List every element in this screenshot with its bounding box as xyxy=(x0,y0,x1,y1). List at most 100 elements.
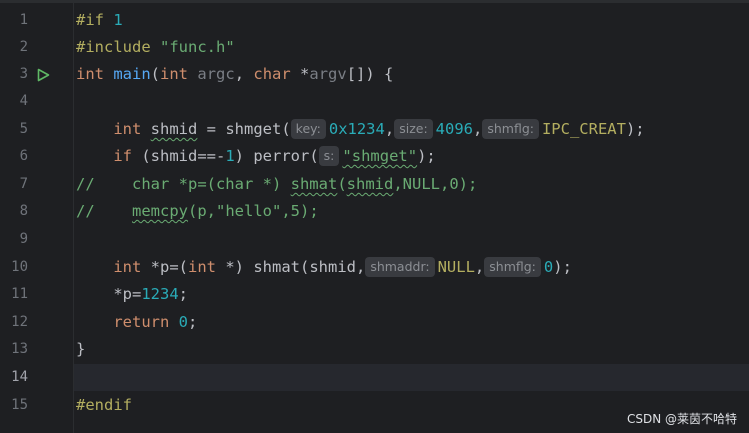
line-text[interactable]: int *p=(int *) shmat(shmid, shmaddr: NULL,… xyxy=(76,254,572,281)
inlay-hint: s: xyxy=(318,146,340,166)
punct: , xyxy=(474,258,485,276)
line-text[interactable]: #include "func.h" xyxy=(76,34,235,61)
macro: NULL xyxy=(437,258,475,276)
punct: ); xyxy=(417,147,436,165)
code-line-10[interactable]: 10 int *p=(int *) shmat(shmid, shmaddr: NU… xyxy=(0,254,749,281)
comment-text: shmat xyxy=(290,175,338,193)
keyword: int xyxy=(76,65,104,83)
keyword: char xyxy=(253,65,291,83)
text: *p=( xyxy=(141,258,188,276)
code-line-5[interactable]: 5 int shmid = shmget(key: 0x1234, size: 409… xyxy=(0,116,749,143)
line-number: 10 xyxy=(11,259,28,275)
string-literal: "func.h" xyxy=(160,38,235,56)
line-text[interactable]: int shmid = shmget(key: 0x1234, size: 4096,… xyxy=(76,116,645,143)
punct: * xyxy=(290,65,310,83)
code-line-9[interactable]: 9 xyxy=(0,226,749,253)
line-number: 8 xyxy=(19,203,28,219)
line-number: 2 xyxy=(19,39,28,55)
text: *p= xyxy=(113,285,142,303)
punct: , xyxy=(384,120,395,138)
punct: ( xyxy=(150,65,161,83)
punct: []) { xyxy=(346,65,394,83)
keyword: int xyxy=(113,120,142,138)
directive: #endif xyxy=(76,396,132,414)
number-literal: 0 xyxy=(543,258,554,276)
punct: , xyxy=(234,65,254,83)
function-name: main xyxy=(113,65,151,83)
code-line-14[interactable]: 14 xyxy=(0,364,749,391)
number-literal: 1 xyxy=(225,147,235,165)
watermark: CSDN @莱茵不哈特 xyxy=(626,412,737,426)
inlay-hint: shmflg: xyxy=(482,119,539,139)
comment-text: // xyxy=(76,202,132,220)
line-number: 7 xyxy=(19,176,28,192)
code-line-6[interactable]: 6 if (shmid==-1) perror(s: "shmget"); xyxy=(0,143,749,170)
line-text[interactable]: return 0; xyxy=(76,309,197,336)
punct: ); xyxy=(553,258,572,276)
code-line-7[interactable]: 7 // char *p=(char *) shmat(shmid,NULL,0… xyxy=(0,171,749,198)
keyword: int xyxy=(160,65,189,83)
comment[interactable]: // memcpy(p,"hello",5); xyxy=(76,198,319,225)
comment-text: memcpy xyxy=(132,202,188,220)
number-literal: 1234 xyxy=(141,285,179,303)
line-number: 4 xyxy=(19,93,28,109)
punct: , xyxy=(472,120,483,138)
code-line-13[interactable]: 13 } xyxy=(0,336,749,363)
code-line-3[interactable]: 3 int main(int argc, char *argv[]) { xyxy=(0,61,749,88)
line-text[interactable]: } xyxy=(76,336,85,363)
macro: IPC_CREAT xyxy=(541,120,626,138)
text: *) shmat(shmid, xyxy=(216,258,366,276)
code-line-4[interactable]: 4 xyxy=(0,88,749,115)
string-literal: "shmget" xyxy=(342,147,418,165)
line-number: 3 xyxy=(19,66,28,82)
comment-text: (p,"hello",5); xyxy=(188,202,319,220)
line-number: 9 xyxy=(19,231,28,247)
line-number: 5 xyxy=(19,121,28,137)
line-number: 11 xyxy=(11,286,28,302)
keyword: if xyxy=(113,147,132,165)
line-text[interactable]: int main(int argc, char *argv[]) { xyxy=(76,61,393,88)
inlay-hint: shmflg: xyxy=(484,257,541,277)
directive: #if xyxy=(76,11,104,29)
comment[interactable]: // char *p=(char *) shmat(shmid,NULL,0); xyxy=(76,171,477,198)
text: = shmget( xyxy=(197,120,291,138)
inlay-hint: size: xyxy=(394,119,433,139)
number-literal: 0x1234 xyxy=(328,120,385,138)
line-number: 12 xyxy=(11,314,28,330)
number-literal: 4096 xyxy=(435,120,473,138)
keyword: int xyxy=(113,258,142,276)
line-text[interactable]: if (shmid==-1) perror(s: "shmget"); xyxy=(76,143,436,170)
keyword: return xyxy=(113,313,170,331)
code-line-12[interactable]: 12 return 0; xyxy=(0,309,749,336)
line-number: 15 xyxy=(11,397,28,413)
text: (shmid==- xyxy=(132,147,226,165)
comment-text: shmid xyxy=(346,175,394,193)
punct: ; xyxy=(188,313,198,331)
punct: ; xyxy=(178,285,188,303)
line-text[interactable]: #endif xyxy=(76,392,132,419)
line-number: 1 xyxy=(19,12,28,28)
code-line-11[interactable]: 11 *p=1234; xyxy=(0,281,749,308)
line-number: 13 xyxy=(11,341,28,357)
number-literal: 0 xyxy=(178,313,189,331)
line-text[interactable]: #if 1 xyxy=(76,7,123,34)
line-number: 14 xyxy=(11,369,28,385)
inlay-hint: shmaddr: xyxy=(365,257,435,277)
directive: #include xyxy=(76,38,151,56)
param: argv xyxy=(309,65,347,83)
number-literal: 1 xyxy=(113,11,123,29)
run-triangle-icon[interactable] xyxy=(37,68,50,82)
code-line-1[interactable]: 1 #if 1 xyxy=(0,7,749,34)
keyword: int xyxy=(188,258,216,276)
line-number: 6 xyxy=(19,148,28,164)
comment-text: ( xyxy=(337,175,347,193)
code-line-8[interactable]: 8 // memcpy(p,"hello",5); xyxy=(0,198,749,225)
line-text[interactable]: *p=1234; xyxy=(76,281,188,308)
code-line-2[interactable]: 2 #include "func.h" xyxy=(0,34,749,61)
param: argc xyxy=(197,65,235,83)
comment-text: // char *p=(char *) xyxy=(76,175,291,193)
identifier: shmid xyxy=(150,120,198,138)
comment-text: ,NULL,0); xyxy=(393,175,478,193)
inlay-hint: key: xyxy=(290,119,326,139)
text: ) perror( xyxy=(234,147,319,165)
